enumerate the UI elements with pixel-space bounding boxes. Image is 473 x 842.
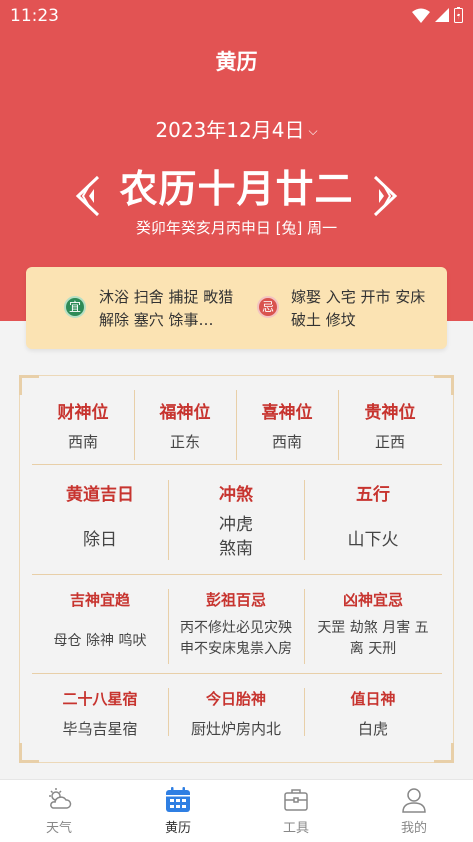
divider	[304, 688, 305, 736]
ganzhi-text: 癸卯年癸亥月丙申日 [兔] 周一	[135, 219, 338, 237]
divider	[134, 390, 135, 460]
tab-tools[interactable]: 工具	[256, 786, 336, 836]
divider	[338, 390, 339, 460]
weather-icon	[49, 788, 72, 809]
user-icon	[402, 788, 426, 813]
wealth-god-position: 财神位 西南	[57, 403, 109, 451]
tab-weather[interactable]: 天气	[19, 786, 99, 836]
fortune-god-position: 福神位 正东	[159, 403, 211, 451]
right-ornament-icon	[373, 175, 398, 217]
almanac-card: 财神位 西南 福神位 正东 喜神位 西南 贵神位 正西 黄道吉日 除日 冲煞 冲…	[19, 375, 454, 763]
five-elements: 五行 山下火	[347, 485, 399, 550]
divider	[236, 390, 237, 460]
tab-profile-label: 我的	[400, 821, 427, 836]
page-title: 黄历	[215, 50, 258, 74]
divider	[168, 688, 169, 736]
corner-ornament	[19, 743, 39, 763]
divider	[168, 480, 169, 560]
ji-text: 嫁娶 入宅 开市 安床 破土 修坟	[291, 288, 426, 329]
ji-badge: 忌	[257, 296, 279, 318]
duty-god: 值日神 白虎	[350, 690, 396, 738]
toolbox-icon	[284, 789, 308, 811]
lunar-mansion: 二十八星宿 毕乌吉星宿	[62, 690, 138, 738]
solar-date: 2023年12月4日	[155, 118, 305, 142]
yi-badge: 宜	[64, 296, 86, 318]
status-time: 11:23	[10, 6, 59, 26]
tab-weather-label: 天气	[45, 821, 72, 836]
status-bar: 11:23	[0, 0, 473, 32]
date-picker[interactable]: 2023年12月4日 ⌵	[0, 114, 473, 143]
divider	[304, 480, 305, 560]
tab-profile[interactable]: 我的	[374, 786, 454, 836]
divider	[32, 673, 442, 674]
clash-info: 冲煞 冲虎 煞南	[219, 485, 253, 559]
divider	[32, 464, 442, 465]
unlucky-gods: 凶神宜忌 天罡 劫煞 月害 五 离 天刑	[317, 591, 429, 657]
divider	[168, 589, 169, 664]
tab-tools-label: 工具	[282, 821, 309, 836]
auspicious-day: 黄道吉日 除日	[66, 485, 134, 550]
chevron-down-icon: ⌵	[308, 124, 318, 138]
divider	[32, 574, 442, 575]
tab-almanac-label: 黄历	[164, 821, 191, 836]
pengzu-taboos: 彭祖百忌 丙不修灶必见灾殃 申不安床鬼祟入房	[180, 591, 292, 657]
fetus-god: 今日胎神 厨灶炉房内北	[190, 690, 281, 738]
yi-text: 沐浴 扫舍 捕捉 畋猎 解除 塞穴 馀事…	[99, 288, 234, 329]
lucky-gods: 吉神宜趋 母仓 除神 鸣吠	[53, 591, 147, 649]
corner-ornament	[434, 743, 454, 763]
bottom-tab-bar: 天气 黄历 工具 我的	[0, 779, 473, 842]
calendar-icon	[166, 787, 190, 812]
wifi-icon	[412, 8, 430, 23]
battery-icon	[454, 7, 463, 23]
yi-ji-panel[interactable]: 宜 沐浴 扫舍 捕捉 畋猎 解除 塞穴 馀事… 忌 嫁娶 入宅 开市 安床 破土…	[26, 267, 447, 349]
noble-god-position: 贵神位 正西	[364, 403, 416, 451]
corner-ornament	[19, 375, 39, 395]
lunar-date: 农历十月廿二	[119, 167, 354, 211]
status-icons	[412, 7, 463, 23]
divider	[304, 589, 305, 664]
tab-almanac[interactable]: 黄历	[138, 786, 218, 836]
corner-ornament	[434, 375, 454, 395]
joy-god-position: 喜神位 西南	[261, 403, 313, 451]
signal-icon	[435, 8, 449, 22]
